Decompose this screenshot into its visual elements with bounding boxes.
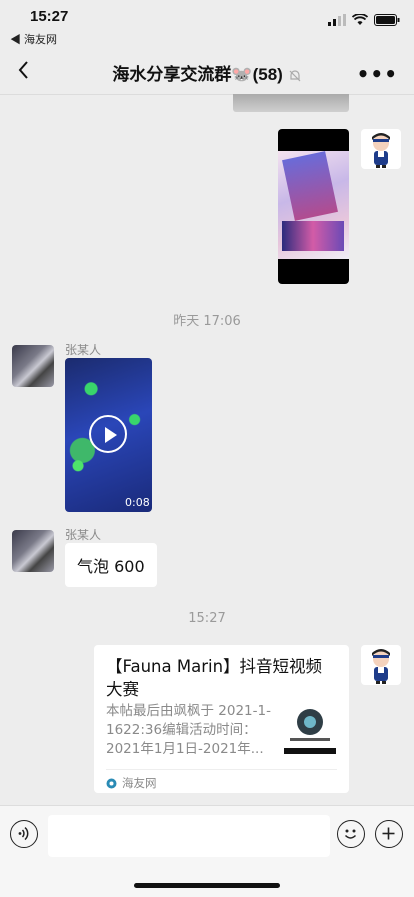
signal-icon [328, 14, 346, 26]
my-avatar[interactable] [361, 645, 401, 685]
card-source: 海友网 [106, 775, 157, 791]
emoji-icon [344, 829, 357, 839]
video-duration: 0:08 [125, 496, 150, 509]
wifi-icon [352, 14, 368, 25]
more-options-button[interactable]: ••• [357, 62, 398, 86]
sender-avatar[interactable] [12, 345, 54, 387]
status-time: 15:27 [30, 8, 69, 25]
card-description: 本帖最后由飒枫于 2021-1-1622:36编辑活动时间：2021年1月1日-… [106, 703, 271, 757]
back-arrow-icon[interactable] [12, 58, 36, 82]
timestamp: 15:27 [188, 611, 226, 626]
app-logo-icon [106, 778, 117, 788]
link-card-message[interactable]: 【Fauna Marin】抖音短视频大赛 本帖最后由飒枫于 2021-1-162… [94, 645, 349, 793]
play-icon[interactable] [89, 415, 127, 453]
emoji-button[interactable] [337, 820, 365, 848]
status-icons [328, 14, 400, 26]
plus-icon [382, 827, 395, 840]
sender-avatar[interactable] [12, 530, 54, 572]
voice-input-button[interactable] [10, 820, 38, 848]
timestamp: 昨天 17:06 [173, 314, 241, 329]
message-input[interactable] [48, 815, 330, 857]
my-avatar[interactable] [361, 129, 401, 169]
text-message-bubble[interactable]: 气泡 600 [65, 543, 157, 587]
card-thumbnail [284, 702, 336, 754]
battery-icon [374, 14, 400, 26]
voice-icon [18, 826, 29, 841]
back-to-app-link[interactable]: ◀ 海友网 [10, 31, 57, 47]
home-indicator[interactable] [134, 883, 280, 888]
sender-name: 张某人 [65, 343, 102, 357]
header-divider [0, 94, 414, 95]
image-message[interactable] [278, 129, 349, 284]
sender-name: 张某人 [65, 528, 102, 542]
mute-bell-icon [289, 69, 300, 81]
chat-title: 海水分享交流群🐭(58) [0, 60, 414, 85]
cartoon-avatar-icon [372, 649, 390, 684]
card-title: 【Fauna Marin】抖音短视频大赛 [106, 657, 323, 699]
more-actions-button[interactable] [375, 820, 403, 848]
image-message-partial[interactable] [233, 94, 349, 112]
cartoon-avatar-icon [372, 133, 390, 168]
card-divider [106, 769, 337, 770]
